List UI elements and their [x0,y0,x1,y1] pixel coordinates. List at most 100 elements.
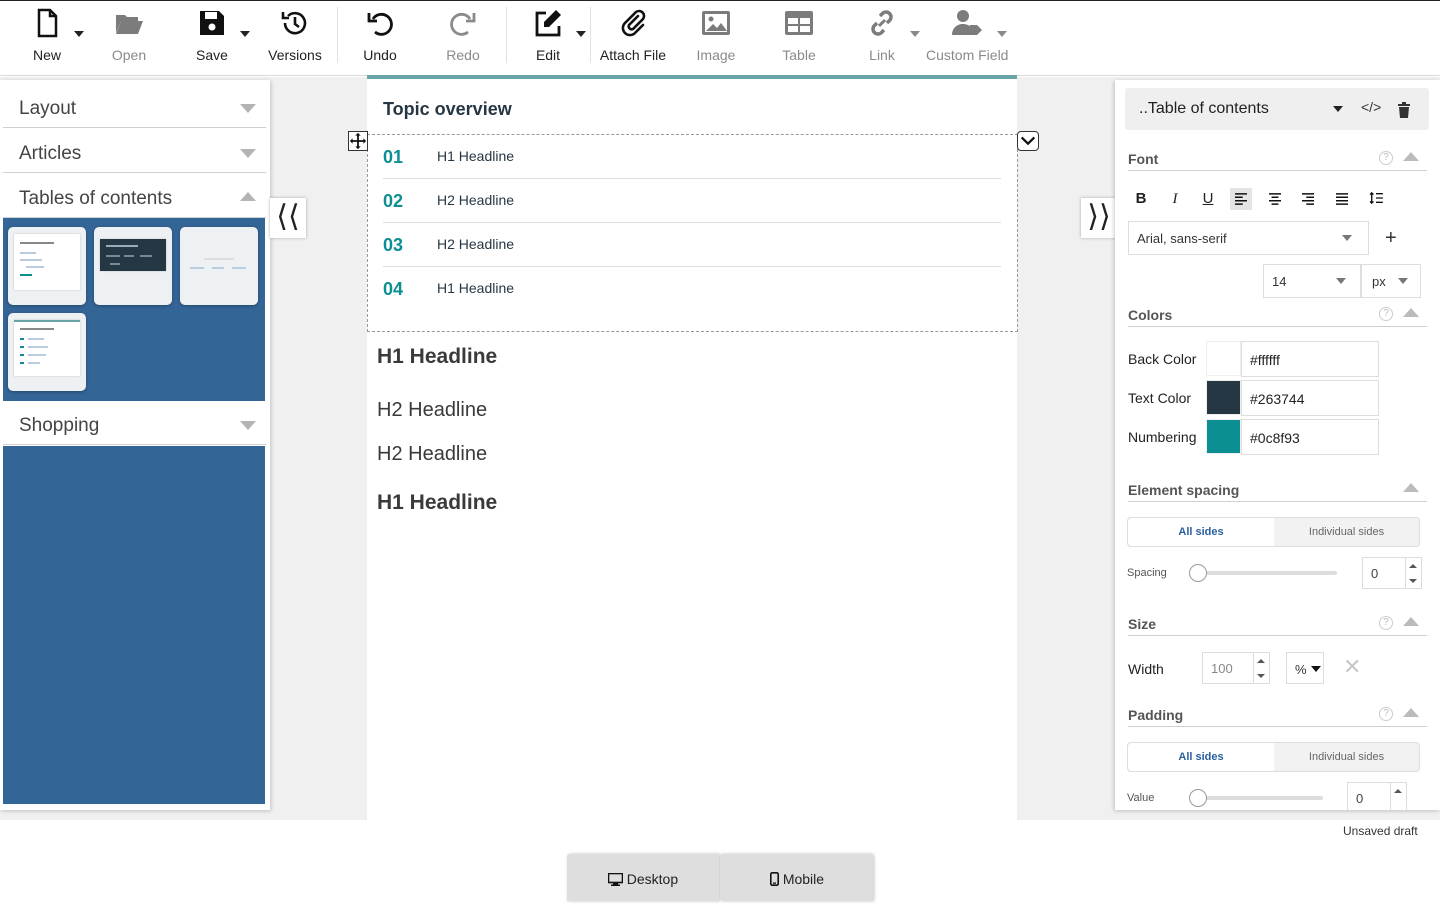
help-icon[interactable]: ? [1379,151,1393,165]
italic-icon[interactable]: I [1164,188,1186,210]
divider [1128,170,1427,171]
align-left-icon[interactable] [1230,188,1252,210]
edit-button[interactable]: Edit [521,7,575,69]
trash-icon[interactable] [1397,102,1411,118]
file-icon [37,8,58,38]
spacing-slider-track[interactable] [1191,571,1337,575]
toc-item[interactable]: 03 H2 Headline [383,223,1001,267]
back-color-input[interactable]: #ffffff [1241,341,1379,377]
toc-title[interactable]: Topic overview [383,99,512,120]
padding-slider-track[interactable] [1191,796,1323,800]
desktop-view-label: Desktop [626,871,679,887]
padding-value-stepper[interactable]: 0 [1347,782,1407,810]
spacing-individual-sides-tab[interactable]: Individual sides [1274,518,1419,546]
width-stepper[interactable]: 100 [1202,652,1270,684]
open-button[interactable]: Open [102,7,156,69]
spacing-slider-handle[interactable] [1189,564,1207,582]
bold-icon[interactable]: B [1130,188,1152,210]
padding-individual-sides-tab[interactable]: Individual sides [1274,743,1419,771]
move-handle-icon[interactable] [348,131,368,151]
width-unit-select[interactable]: % [1286,652,1324,684]
accordion-layout[interactable]: Layout [3,84,266,128]
edit-icon [535,10,561,37]
code-icon[interactable]: </> [1361,99,1381,115]
toc-template-thumbnail[interactable] [94,227,172,305]
heading-h1[interactable]: H1 Headline [377,491,497,515]
collapse-section-icon[interactable] [1403,617,1419,626]
toc-template-thumbnail[interactable] [8,313,86,391]
toc-item[interactable]: 04 H1 Headline [383,267,1001,311]
back-color-swatch[interactable] [1206,341,1241,376]
collapse-section-icon[interactable] [1403,152,1419,161]
mobile-view-button[interactable]: Mobile [721,854,873,901]
font-size-value: 14 [1272,274,1287,289]
underline-icon[interactable]: U [1197,188,1219,210]
element-selector[interactable]: ..Table of contents </> [1125,88,1429,130]
align-justify-icon[interactable] [1331,188,1353,210]
add-font-icon[interactable]: + [1385,227,1397,250]
image-button[interactable]: Image [689,7,743,69]
accordion-shopping[interactable]: Shopping [3,401,266,445]
toc-element-selected[interactable]: 01 H1 Headline 02 H2 Headline 03 H2 Head… [367,134,1018,332]
text-color-swatch[interactable] [1206,380,1241,415]
versions-button[interactable]: Versions [266,7,324,69]
link-dropdown-caret[interactable] [910,31,920,37]
heading-h1[interactable]: H1 Headline [377,345,497,369]
text-color-input[interactable]: #263744 [1241,380,1379,416]
table-button[interactable]: Table [772,7,826,69]
undo-button[interactable]: Undo [353,7,407,69]
font-size-select[interactable]: 14 [1263,264,1361,298]
help-icon[interactable]: ? [1379,307,1393,321]
toc-template-thumbnail[interactable] [180,227,258,305]
collapse-right-panel-button[interactable]: ⟩⟩ [1081,198,1117,238]
user-tag-icon [952,10,982,35]
save-dropdown-caret[interactable] [240,31,250,37]
new-button[interactable]: New [20,7,74,69]
collapse-section-icon[interactable] [1403,708,1419,717]
align-center-icon[interactable] [1264,188,1286,210]
stepper-arrows-icon[interactable] [1253,653,1269,683]
element-spacing-section-title: Element spacing [1128,482,1240,498]
toc-item[interactable]: 01 H1 Headline [383,135,1001,179]
clear-width-icon[interactable]: ✕ [1343,654,1361,680]
collapse-section-icon[interactable] [1403,308,1419,317]
padding-all-sides-tab[interactable]: All sides [1128,743,1274,771]
link-button[interactable]: Link [855,7,909,69]
spacing-all-sides-tab[interactable]: All sides [1128,518,1274,546]
attach-file-button[interactable]: Attach File [598,7,668,69]
heading-h2[interactable]: H2 Headline [377,443,487,466]
redo-button[interactable]: Redo [436,7,490,69]
help-icon[interactable]: ? [1379,616,1393,630]
align-right-icon[interactable] [1297,188,1319,210]
toc-item-text: H1 Headline [437,148,515,164]
collapse-left-panel-button[interactable]: ⟨⟨ [270,198,306,238]
editor-canvas[interactable]: Topic overview 01 H1 Headline 02 H2 Head… [367,75,1018,820]
divider [1128,635,1427,636]
new-dropdown-caret[interactable] [74,31,84,37]
spacing-value-stepper[interactable]: 0 [1362,557,1422,589]
desktop-view-button[interactable]: Desktop [567,854,719,901]
paperclip-icon [621,9,646,37]
numbering-color-swatch[interactable] [1206,419,1241,454]
padding-slider-handle[interactable] [1189,789,1207,807]
line-height-icon[interactable] [1365,188,1387,210]
toc-template-thumbnail[interactable] [8,227,86,305]
spacing-mode-toggle: All sides Individual sides [1127,517,1420,547]
collapse-section-icon[interactable] [1403,483,1419,492]
custom-field-dropdown-caret[interactable] [997,31,1007,37]
accordion-articles[interactable]: Articles [3,129,266,173]
heading-h2[interactable]: H2 Headline [377,399,487,422]
element-options-chevron-icon[interactable] [1017,131,1039,151]
help-icon[interactable]: ? [1379,707,1393,721]
font-unit-select[interactable]: px [1361,264,1421,298]
toc-item[interactable]: 02 H2 Headline [383,179,1001,223]
save-button[interactable]: Save [185,7,239,69]
thumbnail-preview [14,234,80,290]
font-family-select[interactable]: Arial, sans-serif [1128,221,1369,255]
custom-field-button[interactable]: Custom Field [926,7,1008,69]
stepper-arrows-icon[interactable] [1390,783,1406,810]
numbering-color-input[interactable]: #0c8f93 [1241,419,1379,455]
edit-dropdown-caret[interactable] [576,31,586,37]
accordion-tables-of-contents[interactable]: Tables of contents [3,174,266,218]
stepper-arrows-icon[interactable] [1405,558,1421,588]
